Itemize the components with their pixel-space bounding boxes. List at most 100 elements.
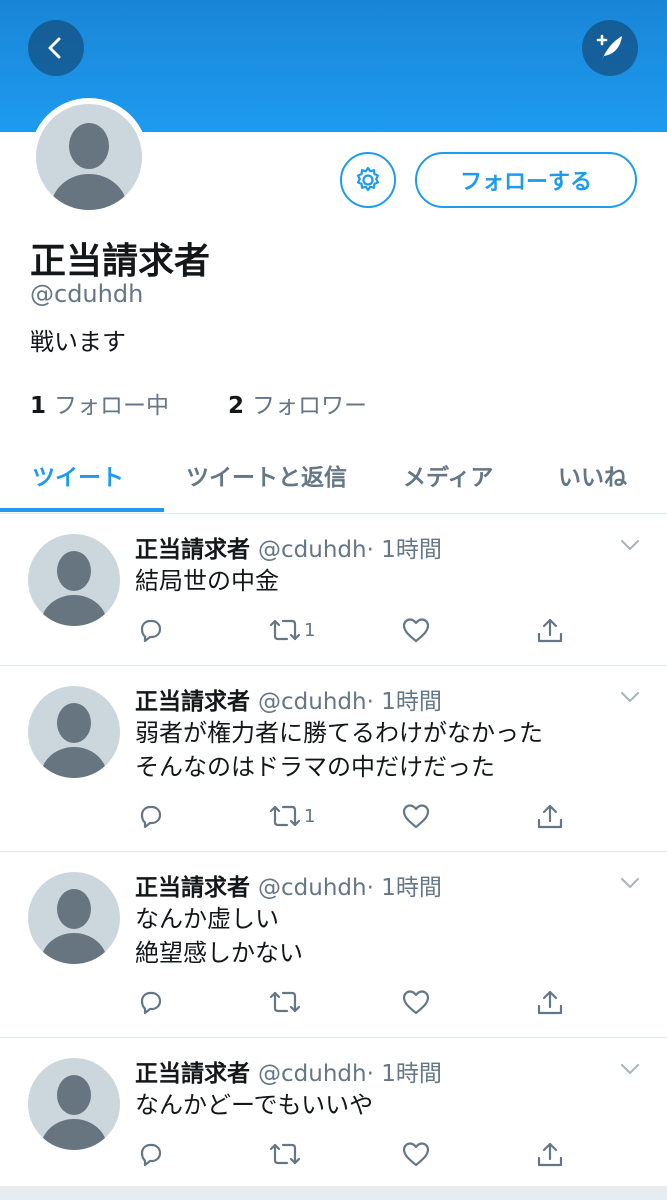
tweet-author-handle: @cduhdh (258, 875, 367, 901)
reply-button[interactable] (136, 1140, 164, 1168)
share-button[interactable] (535, 988, 565, 1018)
retweet-count: 1 (304, 805, 316, 827)
tweet-text: なんかどーでもいいや (135, 1088, 373, 1122)
tweet-author-name: 正当請求者 (135, 537, 250, 563)
following-count: 1 (30, 393, 47, 419)
tweet-author-handle: @cduhdh (258, 689, 367, 715)
tweet-item[interactable]: 正当請求者 @cduhdh· 1時間 結局世の中金 1 (0, 514, 667, 666)
compose-tweet-button[interactable] (582, 20, 638, 76)
reply-button[interactable] (136, 802, 164, 830)
share-button[interactable] (535, 802, 565, 832)
tweet-text-line: 弱者が権力者に勝てるわけがなかった (135, 719, 543, 747)
retweet-icon (269, 991, 301, 1013)
following-stat[interactable]: 1 フォロー中 (30, 386, 169, 420)
retweet-icon (269, 805, 301, 827)
tweet-actions (0, 1140, 667, 1176)
tweet-header: 正当請求者 @cduhdh· 1時間 (135, 530, 442, 564)
tab-tweets-and-replies[interactable]: ツイートと返信 (186, 458, 347, 492)
retweet-count: 1 (304, 619, 316, 641)
tweet-text-line: 絶望感しかない (135, 939, 303, 967)
share-icon (537, 1142, 563, 1167)
tweet-text-line: なんか虚しい (135, 905, 279, 933)
tweet-item[interactable]: 正当請求者 @cduhdh· 1時間 弱者が権力者に勝てるわけがなかった そんなの… (0, 666, 667, 852)
tweet-timestamp: · 1時間 (366, 1061, 442, 1087)
back-button[interactable] (28, 20, 84, 76)
followers-count: 2 (228, 393, 245, 419)
tweet-timestamp: · 1時間 (366, 689, 442, 715)
chevron-down-icon[interactable] (619, 876, 641, 890)
heart-icon (402, 1142, 430, 1167)
default-avatar-icon (41, 703, 107, 778)
followers-label: フォロワー (252, 393, 368, 419)
like-button[interactable] (401, 802, 431, 830)
share-button[interactable] (535, 1140, 565, 1170)
profile-avatar[interactable] (30, 98, 148, 216)
active-tab-indicator (0, 508, 164, 512)
tweet-header: 正当請求者 @cduhdh· 1時間 (135, 1054, 442, 1088)
chevron-down-icon[interactable] (619, 1062, 641, 1076)
share-button[interactable] (535, 616, 565, 646)
tweet-avatar[interactable] (28, 1058, 120, 1150)
reply-button[interactable] (136, 988, 164, 1016)
followers-stat[interactable]: 2 フォロワー (228, 386, 367, 420)
reply-icon (140, 991, 162, 1015)
chevron-left-icon (48, 37, 61, 59)
like-button[interactable] (401, 1140, 431, 1168)
tweet-author-handle: @cduhdh (258, 1061, 367, 1087)
reply-button[interactable] (136, 616, 164, 644)
following-label: フォロー中 (54, 393, 170, 419)
reply-icon (140, 1143, 162, 1167)
tweet-actions: 1 (0, 616, 667, 652)
tweet-author-name: 正当請求者 (135, 689, 250, 715)
retweet-icon (269, 1143, 301, 1165)
follow-button[interactable]: フォローする (415, 152, 637, 208)
tweet-text-line: そんなのはドラマの中だけだった (135, 753, 495, 781)
profile-tabs: ツイート ツイートと返信 メディア いいね (0, 440, 667, 514)
default-avatar-icon (41, 1075, 107, 1150)
like-button[interactable] (401, 988, 431, 1016)
reply-icon (140, 805, 162, 829)
chevron-down-icon[interactable] (619, 690, 641, 704)
tweet-timestamp: · 1時間 (366, 537, 442, 563)
profile-display-name: 正当請求者 (30, 241, 211, 282)
compose-tweet-icon (596, 34, 622, 60)
tweet-actions: 1 (0, 802, 667, 838)
retweet-button[interactable]: 1 (268, 802, 315, 830)
reply-icon (140, 619, 162, 643)
default-avatar-icon (41, 551, 107, 626)
tab-media[interactable]: メディア (403, 458, 493, 492)
tweet-item[interactable]: 正当請求者 @cduhdh· 1時間 なんか虚しい 絶望感しかない (0, 852, 667, 1038)
tweet-avatar[interactable] (28, 686, 120, 778)
tweet-text: なんか虚しい 絶望感しかない (135, 902, 303, 970)
retweet-button[interactable] (268, 1140, 304, 1168)
retweet-button[interactable]: 1 (268, 616, 315, 644)
tab-likes[interactable]: いいね (558, 458, 627, 492)
profile-settings-button[interactable] (340, 152, 396, 208)
heart-icon (402, 804, 430, 829)
tweet-author-handle: @cduhdh (258, 537, 367, 563)
profile-bio: 戦います (30, 328, 126, 356)
tweet-actions (0, 988, 667, 1024)
share-icon (537, 990, 563, 1015)
share-icon (537, 804, 563, 829)
tweet-text-line: なんかどーでもいいや (135, 1091, 374, 1119)
tweet-item[interactable]: 正当請求者 @cduhdh· 1時間 なんかどーでもいいや (0, 1038, 667, 1186)
tweet-header: 正当請求者 @cduhdh· 1時間 (135, 868, 442, 902)
tweet-avatar[interactable] (28, 534, 120, 626)
retweet-icon (269, 619, 301, 641)
tweet-timestamp: · 1時間 (366, 875, 442, 901)
share-icon (537, 618, 563, 643)
heart-icon (402, 618, 430, 643)
tab-tweets[interactable]: ツイート (32, 458, 124, 492)
default-avatar-icon (51, 123, 127, 210)
gear-icon (356, 166, 380, 192)
default-avatar-icon (41, 889, 107, 964)
chevron-down-icon[interactable] (619, 538, 641, 552)
retweet-button[interactable] (268, 988, 304, 1016)
tweet-header: 正当請求者 @cduhdh· 1時間 (135, 682, 442, 716)
like-button[interactable] (401, 616, 431, 644)
profile-handle: @cduhdh (30, 280, 144, 308)
tweet-avatar[interactable] (28, 872, 120, 964)
tweet-author-name: 正当請求者 (135, 1061, 250, 1087)
bottom-divider (0, 1186, 667, 1200)
